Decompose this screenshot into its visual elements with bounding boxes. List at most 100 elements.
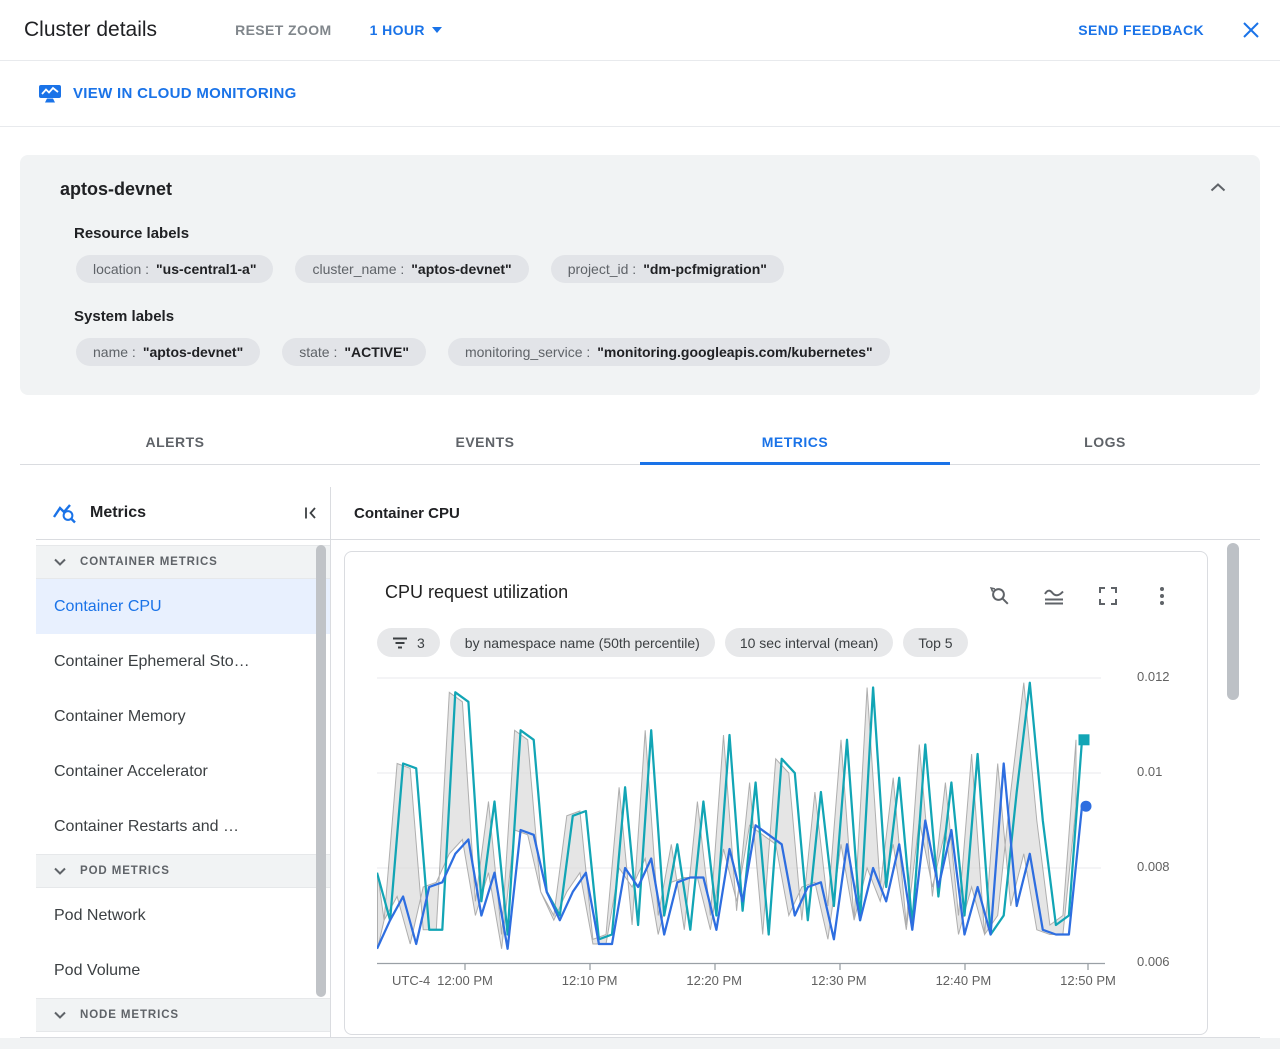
chart-chip-3[interactable]: Top 5 xyxy=(903,628,968,657)
blue-series-end-marker-circle xyxy=(1080,800,1092,812)
sidebar-item-container-accelerator[interactable]: Container Accelerator xyxy=(36,744,330,799)
top-bar: Cluster details RESET ZOOM 1 HOUR SEND F… xyxy=(0,0,1280,61)
cluster-details-page: Cluster details RESET ZOOM 1 HOUR SEND F… xyxy=(0,0,1280,1049)
tab-label: EVENTS xyxy=(455,434,515,450)
collapse-sidebar-button[interactable] xyxy=(302,504,320,522)
chevron-down-icon xyxy=(54,867,66,875)
cluster-summary-card: aptos-devnet Resource labels location : "… xyxy=(20,155,1260,395)
tab-logs[interactable]: LOGS xyxy=(950,420,1260,464)
label-chip-value: "us-central1-a" xyxy=(156,261,257,277)
filter-icon xyxy=(393,637,407,648)
bottom-strip xyxy=(0,1038,1280,1049)
label-chip-project_id: project_id : "dm-pcfmigration" xyxy=(550,255,784,283)
chart-toolbar xyxy=(988,584,1174,608)
sidebar-section-header-pod-metrics[interactable]: POD METRICS xyxy=(36,854,330,888)
chart-plot-svg[interactable] xyxy=(375,666,1105,972)
cluster-name-title: aptos-devnet xyxy=(60,179,173,199)
time-range-selector[interactable]: 1 HOUR xyxy=(370,22,442,38)
sidebar-metric-list: CONTAINER METRICS Container CPU Container … xyxy=(36,545,330,1032)
collapse-panel-icon xyxy=(305,507,316,519)
y-axis-label: 0.01 xyxy=(1137,764,1163,779)
main-scrollbar[interactable] xyxy=(1227,543,1239,700)
label-chip-key: name : xyxy=(93,344,136,360)
chart-chip-label: 3 xyxy=(417,634,425,651)
area-chart-icon xyxy=(1044,589,1064,605)
zoom-reset-icon xyxy=(989,587,1009,605)
chart-card: CPU request utilization 3 by namespace n… xyxy=(344,551,1208,1035)
label-chip-key: project_id : xyxy=(567,261,637,277)
metrics-sidebar: Metrics CONTAINER METRICS Container CPU Co… xyxy=(36,487,330,1037)
chevron-down-icon xyxy=(54,558,66,566)
fullscreen-icon xyxy=(1099,587,1117,605)
x-axis-label: 12:30 PM xyxy=(810,973,867,988)
chart-menu-button[interactable] xyxy=(1150,584,1174,608)
reset-zoom-button[interactable]: RESET ZOOM xyxy=(235,22,332,38)
teal-series-end-marker-square xyxy=(1078,734,1090,746)
kebab-menu-icon xyxy=(1160,587,1164,605)
timezone-label: UTC-4 xyxy=(392,973,431,988)
chart-filter-chips: 3 by namespace name (50th percentile) 10 s… xyxy=(377,628,968,657)
label-chip-monitoring_service: monitoring_service : "monitoring.googleap… xyxy=(447,338,890,366)
sidebar-item-container-restarts-and[interactable]: Container Restarts and … xyxy=(36,799,330,854)
tab-bar: ALERTS EVENTS METRICS LOGS xyxy=(20,420,1260,465)
sidebar-item-container-ephemeral-sto[interactable]: Container Ephemeral Sto… xyxy=(36,634,330,689)
resource-labels-chips: location : "us-central1-a" cluster_name : "… xyxy=(76,255,1220,283)
sidebar-item-label: Container Memory xyxy=(54,707,186,725)
x-axis-label: 12:00 PM xyxy=(437,973,493,988)
sidebar-section-label: NODE METRICS xyxy=(80,1009,179,1021)
x-axis-label: 12:20 PM xyxy=(686,973,743,988)
view-in-monitoring-link[interactable]: VIEW IN CLOUD MONITORING xyxy=(38,84,297,104)
y-axis-label: 0.006 xyxy=(1137,954,1170,969)
sidebar-item-pod-network[interactable]: Pod Network xyxy=(36,888,330,943)
label-chip-state: state : "ACTIVE" xyxy=(282,338,426,366)
chart-fullscreen-button[interactable] xyxy=(1096,584,1120,608)
metric-panel-title: Container CPU xyxy=(331,487,1260,540)
sidebar-header: Metrics xyxy=(36,487,330,540)
sidebar-title: Metrics xyxy=(90,504,147,521)
x-axis-label: 12:40 PM xyxy=(935,973,992,988)
chart-zoom-reset-button[interactable] xyxy=(988,584,1012,608)
metrics-explorer-icon xyxy=(53,504,76,524)
tab-label: ALERTS xyxy=(145,434,205,450)
tab-label: LOGS xyxy=(1084,434,1126,450)
sidebar-item-container-cpu[interactable]: Container CPU xyxy=(36,579,330,634)
sidebar-item-label: Container Ephemeral Sto… xyxy=(54,652,250,670)
label-chip-key: location : xyxy=(93,261,150,277)
page-title: Cluster details xyxy=(24,18,158,41)
label-chip-key: state : xyxy=(299,344,338,360)
sidebar-section-header-container-metrics[interactable]: CONTAINER METRICS xyxy=(36,545,330,579)
monitoring-link-bar: VIEW IN CLOUD MONITORING xyxy=(0,61,1280,127)
chevron-up-icon xyxy=(1210,183,1226,192)
metrics-content: Metrics CONTAINER METRICS Container CPU Co… xyxy=(20,465,1260,1038)
monitoring-icon xyxy=(39,84,61,102)
label-chip-cluster_name: cluster_name : "aptos-devnet" xyxy=(295,255,529,283)
sidebar-item-container-memory[interactable]: Container Memory xyxy=(36,689,330,744)
sidebar-scrollbar[interactable] xyxy=(316,545,326,997)
send-feedback-button[interactable]: SEND FEEDBACK xyxy=(1078,22,1204,38)
chart-chip-label: 10 sec interval (mean) xyxy=(739,634,879,651)
chart-chip-2[interactable]: 10 sec interval (mean) xyxy=(724,628,894,657)
label-chip-key: cluster_name : xyxy=(312,261,405,277)
sidebar-section-label: POD METRICS xyxy=(80,865,170,877)
sidebar-section-header-node-metrics[interactable]: NODE METRICS xyxy=(36,998,330,1032)
label-chip-value: "dm-pcfmigration" xyxy=(643,261,767,277)
view-in-monitoring-label: VIEW IN CLOUD MONITORING xyxy=(73,85,297,102)
collapse-card-button[interactable] xyxy=(1210,179,1226,197)
chart-plot-area[interactable] xyxy=(375,666,1105,977)
label-chip-value: "aptos-devnet" xyxy=(142,344,244,360)
chart-type-button[interactable] xyxy=(1042,584,1066,608)
x-axis-label: 12:10 PM xyxy=(561,973,618,988)
close-icon xyxy=(1243,22,1259,38)
tab-events[interactable]: EVENTS xyxy=(330,420,640,464)
chart-chip-1[interactable]: by namespace name (50th percentile) xyxy=(449,628,715,657)
metric-main-panel: Container CPU CPU request utilization 3 … xyxy=(330,487,1260,1037)
label-chip-value: "ACTIVE" xyxy=(344,344,409,360)
label-chip-key: monitoring_service : xyxy=(464,344,591,360)
tab-metrics[interactable]: METRICS xyxy=(640,420,950,465)
close-button[interactable] xyxy=(1240,19,1262,41)
chevron-down-icon xyxy=(54,1011,66,1019)
sidebar-item-pod-volume[interactable]: Pod Volume xyxy=(36,943,330,998)
chart-chip-filter-count[interactable]: 3 xyxy=(377,628,440,657)
label-chip-location: location : "us-central1-a" xyxy=(76,255,274,283)
tab-alerts[interactable]: ALERTS xyxy=(20,420,330,464)
